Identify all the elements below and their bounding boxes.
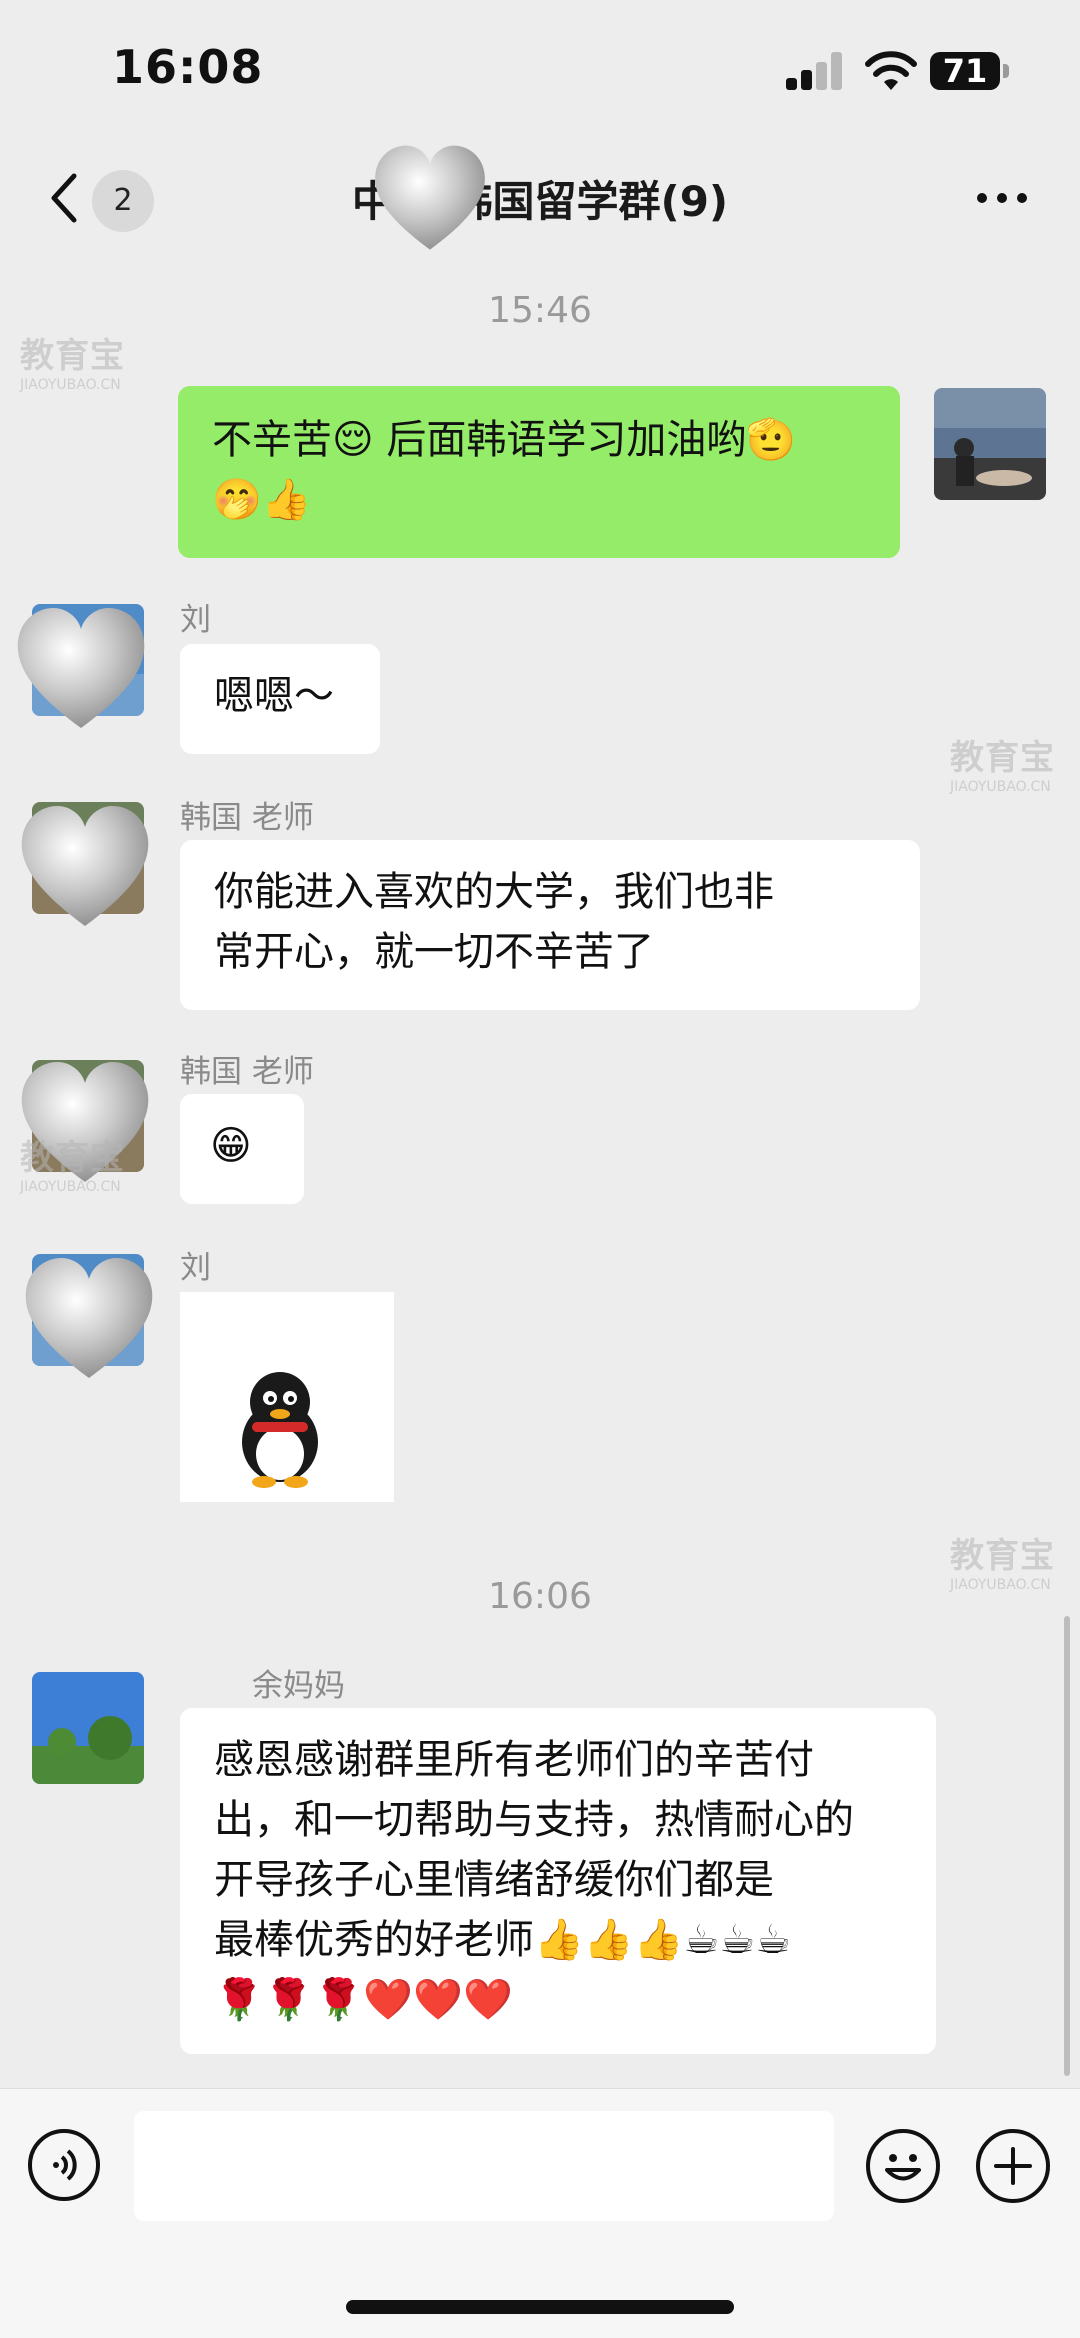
watermark-logo: 教育宝JIAOYUBAO.CN (950, 738, 1055, 795)
scrollbar[interactable] (1064, 1616, 1070, 2076)
sticker-message[interactable] (180, 1292, 394, 1502)
heart-sticker (25, 1258, 153, 1378)
message-text: 感恩感谢群里所有老师们的辛苦付 (214, 1737, 814, 1783)
timestamp: 16:06 (488, 1576, 592, 1617)
watermark-logo: 教育宝JIAOYUBAO.CN (20, 336, 125, 393)
message-text: 常开心，就一切不辛苦了 (214, 929, 654, 975)
message-text: 嗯嗯～ (214, 673, 334, 719)
sender-name: 余妈妈 (252, 1668, 345, 1704)
sender-name: 韩国 老师 (180, 1054, 314, 1090)
sender-name: 刘 (180, 602, 211, 638)
message-text: 出，和一切帮助与支持，热情耐心的 (214, 1797, 854, 1843)
grinning-emoji: 😁 (210, 1123, 252, 1169)
message-text: 🌹🌹🌹❤️❤️❤️ (214, 1977, 513, 2023)
message-text: 最棒优秀的好老师👍👍👍☕☕☕ (214, 1917, 791, 1963)
message-text: 不辛苦😌 后面韩语学习加油哟🫡 (212, 417, 797, 463)
sender-name: 韩国 老师 (180, 800, 314, 836)
message-bubble[interactable]: 你能进入喜欢的大学，我们也非 常开心，就一切不辛苦了 (180, 840, 920, 1010)
wifi-icon (865, 51, 917, 90)
chat-title[interactable]: 中嘉 韩国留学群(9) (0, 168, 1080, 229)
watermark-logo: 教育宝JIAOYUBAO.CN (950, 1536, 1055, 1593)
emoji-icon[interactable] (866, 2129, 940, 2203)
watermark-logo: 教育宝JIAOYUBAO.CN (20, 1138, 125, 1195)
message-bubble[interactable]: 😁 (180, 1094, 304, 1204)
voice-icon[interactable] (28, 2129, 100, 2201)
message-bubble-outgoing[interactable]: 不辛苦😌 后面韩语学习加油哟🫡 🤭👍 (178, 386, 900, 558)
heart-sticker (375, 145, 485, 250)
status-bar: 16:08 71 (0, 0, 1080, 150)
message-text: 开导孩子心里情绪舒缓你们都是 (214, 1857, 774, 1903)
plus-icon[interactable] (976, 2129, 1050, 2203)
timestamp: 15:46 (488, 290, 592, 331)
status-time: 16:08 (112, 40, 264, 94)
signal-icon (786, 52, 846, 90)
battery-indicator: 71 (930, 52, 1000, 90)
sender-name: 刘 (180, 1250, 211, 1286)
message-text: 🤭👍 (212, 477, 312, 523)
home-indicator (346, 2300, 734, 2314)
heart-sticker (17, 608, 145, 728)
chat-header: 2 中嘉 韩国留学群(9) (0, 150, 1080, 250)
message-input[interactable] (134, 2111, 834, 2221)
message-text: 你能进入喜欢的大学，我们也非 (214, 869, 774, 915)
message-bubble[interactable]: 感恩感谢群里所有老师们的辛苦付 出，和一切帮助与支持，热情耐心的 开导孩子心里情… (180, 1708, 936, 2054)
avatar-self[interactable] (934, 388, 1046, 500)
more-dots-icon[interactable] (972, 178, 1032, 218)
heart-sticker (21, 806, 149, 926)
message-bubble[interactable]: 嗯嗯～ (180, 644, 380, 754)
penguin-sticker-icon (242, 1372, 318, 1488)
battery-tip (1003, 64, 1009, 78)
avatar[interactable] (32, 1672, 144, 1784)
